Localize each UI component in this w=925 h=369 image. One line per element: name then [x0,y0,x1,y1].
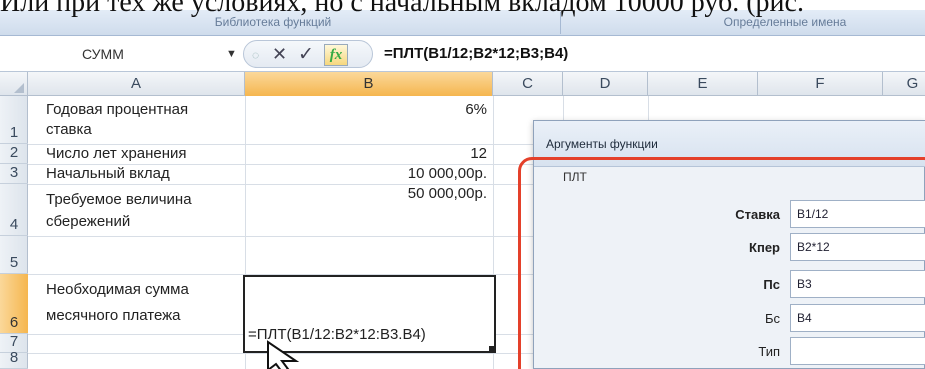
column-header-g[interactable]: G [883,72,925,96]
dialog-function-name: ПЛТ [563,170,587,184]
enter-check-icon[interactable]: ✓ [298,43,314,66]
column-headers: A B C D E F G [0,72,925,96]
row-headers: 1 2 3 4 5 6 7 8 [0,96,28,369]
arg-input-pv[interactable]: B3 [790,270,925,298]
column-header-f[interactable]: F [758,72,883,96]
column-header-d[interactable]: D [563,72,648,96]
mouse-pointer-icon [267,340,300,369]
select-all-corner[interactable] [0,72,28,96]
row-header-6[interactable]: 6 [0,274,28,334]
cell-a6-line2[interactable]: месячного платежа [46,306,244,326]
cancel-icon[interactable]: ✕ [272,44,287,65]
column-header-b[interactable]: B [245,72,493,96]
name-box-dropdown-icon[interactable]: ▼ [226,42,237,66]
arg-input-fv[interactable]: B4 [790,304,925,332]
dialog-title[interactable]: Аргументы функции [534,121,925,167]
arg-input-rate[interactable]: B1/12 [790,200,925,228]
cell-a2[interactable]: Число лет хранения [46,144,244,164]
document-caption: Или при тех же условиях, но с начальным … [0,0,804,18]
column-header-a[interactable]: A [28,72,245,96]
cell-b3[interactable]: 10 000,00р. [250,164,487,184]
cell-a1-line1[interactable]: Годовая процентная [46,100,244,120]
cell-b1[interactable]: 6% [250,100,487,120]
fill-handle[interactable] [489,346,496,353]
row-header-8[interactable]: 8 [0,349,28,369]
arg-label-rate: Ставка [735,207,780,222]
insert-function-button[interactable]: fx [324,44,348,66]
cell-a6-line1[interactable]: Необходимая сумма [46,280,244,300]
cell-b2[interactable]: 12 [250,144,487,164]
arg-label-pv: Пс [763,277,780,292]
arg-input-type[interactable] [790,337,925,365]
arg-input-nper[interactable]: B2*12 [790,233,925,261]
cell-a1-line2[interactable]: ставка [46,120,244,140]
expand-icon: ◌ [252,48,260,62]
column-header-e[interactable]: E [648,72,758,96]
formula-bar: СУММ ▼ ◌ ✕ ✓ fx =ПЛТ(B1/12;B2*12;B3;B4) [0,36,925,72]
row-header-1[interactable]: 1 [0,96,28,144]
formula-input[interactable]: =ПЛТ(B1/12;B2*12;B3;B4) [384,42,568,66]
cell-a4-line1[interactable]: Требуемое величина [46,190,244,210]
row-header-3[interactable]: 3 [0,164,28,184]
arg-label-fv: Бс [764,311,780,326]
column-header-c[interactable]: C [493,72,563,96]
cell-b4[interactable]: 50 000,00р. [250,184,487,204]
row-header-2[interactable]: 2 [0,144,28,164]
arg-label-type: Тип [758,344,780,359]
cell-a3[interactable]: Начальный вклад [46,164,244,184]
arg-label-nper: Кпер [749,240,780,255]
row-header-4[interactable]: 4 [0,184,28,236]
name-box[interactable]: СУММ [30,42,230,66]
formula-bar-buttons: ◌ ✕ ✓ fx [243,40,373,68]
cell-a4-line2[interactable]: сбережений [46,212,244,232]
row-header-5[interactable]: 5 [0,236,28,274]
